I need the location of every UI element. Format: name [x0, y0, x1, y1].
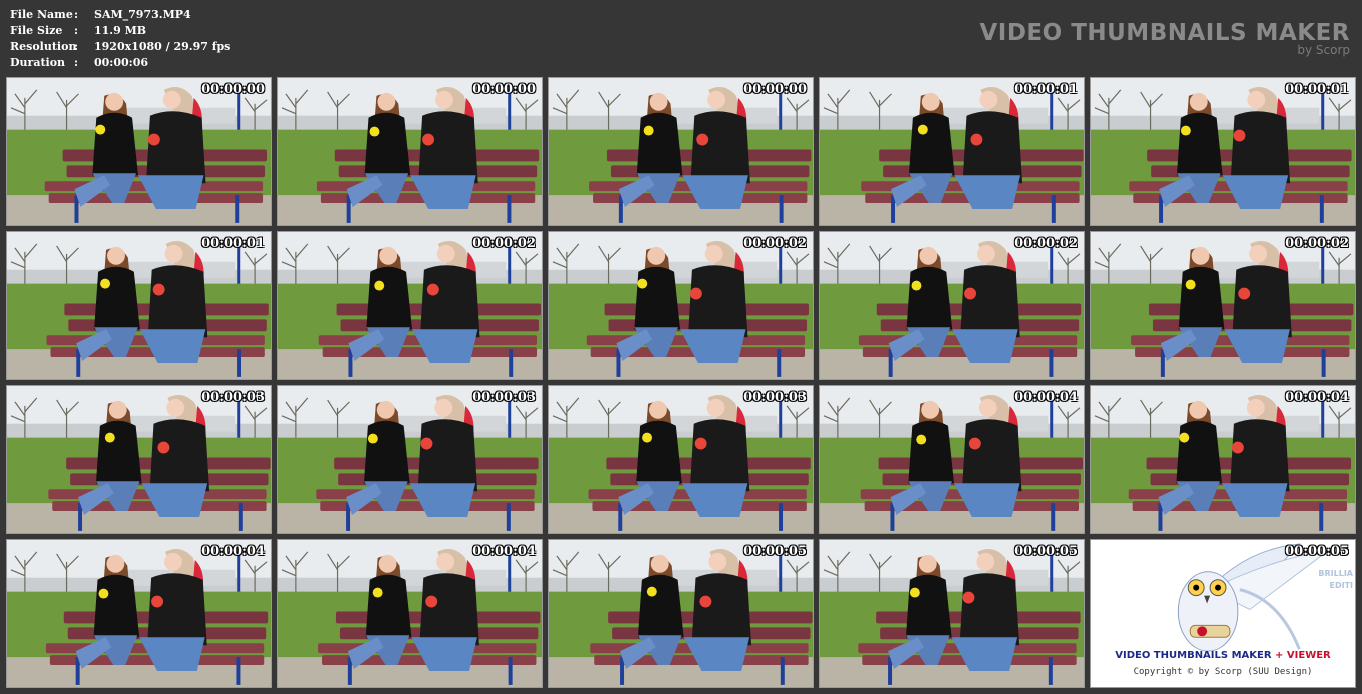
thumbnail[interactable]: 00:00:01	[1090, 77, 1356, 226]
thumbnail-timestamp: 00:00:01	[1285, 82, 1349, 97]
file-info: File Name: SAM_7973.MP4 File Size:11.9 MB…	[10, 7, 230, 71]
brilliant-line-1: BRILLIA	[1318, 569, 1353, 578]
thumbnail[interactable]: 00:00:03	[6, 385, 272, 534]
info-row-duration: Duration:00:00:06	[10, 56, 149, 69]
thumbnail-timestamp: 00:00:03	[201, 390, 265, 405]
thumbnail[interactable]: 00:00:02	[819, 231, 1085, 380]
logo-product-title: VIDEO THUMBNAILS MAKER	[1115, 650, 1272, 661]
brand-title: VIDEO THUMBNAILS MAKER	[979, 20, 1350, 46]
thumbnail-timestamp: 00:00:05	[1014, 544, 1078, 559]
info-value: 1920x1080 / 29.97 fps	[94, 40, 231, 53]
info-value: SAM_7973.MP4	[94, 8, 191, 21]
thumbnail-timestamp: 00:00:02	[472, 236, 536, 251]
thumbnail-timestamp: 00:00:00	[743, 82, 807, 97]
thumbnail-timestamp: 00:00:02	[743, 236, 807, 251]
thumbnail[interactable]: 00:00:05	[819, 539, 1085, 688]
thumbnail-timestamp: 00:00:03	[743, 390, 807, 405]
thumbnail[interactable]: 00:00:01	[819, 77, 1085, 226]
thumbnail-timestamp: 00:00:01	[201, 236, 265, 251]
thumbnail[interactable]: 00:00:00	[277, 77, 543, 226]
thumbnail[interactable]: 00:00:04	[277, 539, 543, 688]
info-label: Duration	[10, 56, 66, 69]
info-label: Resolution	[10, 40, 77, 53]
brilliant-edition-text: BRILLIA EDITI	[1318, 568, 1353, 592]
thumbnail[interactable]: 00:00:03	[277, 385, 543, 534]
info-value: 11.9 MB	[94, 24, 147, 37]
logo-product-viewer: + VIEWER	[1275, 650, 1331, 661]
thumbnail[interactable]: 00:00:00	[6, 77, 272, 226]
thumbnail-timestamp: 00:00:03	[472, 390, 536, 405]
owl-logo-icon	[1177, 543, 1330, 652]
thumbnail-timestamp: 00:00:00	[201, 82, 265, 97]
thumbnail-timestamp: 00:00:04	[201, 544, 265, 559]
info-label: File Size	[10, 24, 63, 37]
thumbnail-timestamp: 00:00:05	[743, 544, 807, 559]
logo-copyright: Copyright © by Scorp (SUU Design)	[1133, 667, 1313, 677]
thumbnail[interactable]: 00:00:04	[1090, 385, 1356, 534]
brand-watermark: VIDEO THUMBNAILS MAKER by Scorp	[979, 20, 1350, 57]
thumbnail-timestamp: 00:00:04	[1285, 390, 1349, 405]
info-row-file-name: File Name: SAM_7973.MP4	[10, 8, 191, 21]
thumbnail[interactable]: 00:00:02	[277, 231, 543, 380]
info-row-file-size: File Size:11.9 MB	[10, 24, 147, 37]
thumbnail-timestamp: 00:00:01	[1014, 82, 1078, 97]
thumbnail[interactable]: 00:00:01	[6, 231, 272, 380]
thumbnail-timestamp: 00:00:00	[472, 82, 536, 97]
info-label: File Name	[10, 8, 73, 21]
thumbnail-grid: 00:00:00 00:00:00 00:00:00 00:00:01 00:0…	[6, 77, 1358, 689]
logo-product-name: VIDEO THUMBNAILS MAKER + VIEWER	[1091, 650, 1355, 661]
thumbnail[interactable]: 00:00:05	[548, 539, 814, 688]
thumbnail-timestamp: 00:00:02	[1014, 236, 1078, 251]
thumbnail-timestamp: 00:00:05	[1285, 544, 1349, 559]
thumbnail[interactable]: 00:00:02	[548, 231, 814, 380]
thumbnail[interactable]: 00:00:04	[819, 385, 1085, 534]
info-value: 00:00:06	[94, 56, 149, 69]
thumbnail[interactable]: 00:00:02	[1090, 231, 1356, 380]
brilliant-line-2: EDITI	[1329, 581, 1353, 590]
brand-logo-tile: 00:00:05 BRILLIA EDITI VIDEO THUMBNAILS …	[1090, 539, 1356, 688]
info-row-resolution: Resolution:1920x1080 / 29.97 fps	[10, 40, 231, 53]
thumbnail-timestamp: 00:00:04	[1014, 390, 1078, 405]
thumbnail[interactable]: 00:00:04	[6, 539, 272, 688]
thumbnail-timestamp: 00:00:04	[472, 544, 536, 559]
thumbnail[interactable]: 00:00:00	[548, 77, 814, 226]
thumbnail[interactable]: 00:00:03	[548, 385, 814, 534]
thumbnail-timestamp: 00:00:02	[1285, 236, 1349, 251]
